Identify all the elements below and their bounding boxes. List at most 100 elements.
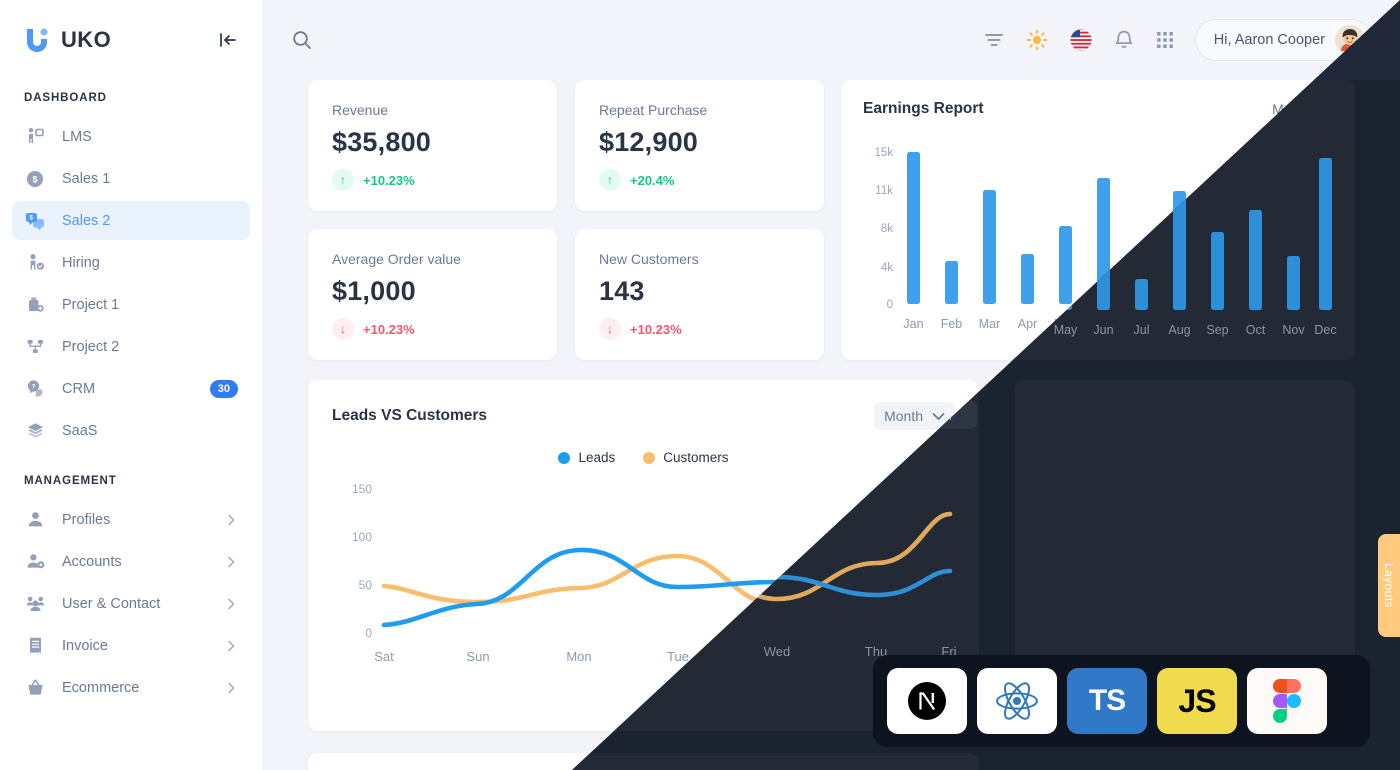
online-status-dot xyxy=(1357,47,1366,56)
sidebar-item-label: LMS xyxy=(62,128,92,145)
sidebar-item-project-1[interactable]: Project 1 xyxy=(12,285,250,324)
stat-delta: ↑ +10.23% xyxy=(332,169,533,191)
collapse-sidebar-icon[interactable] xyxy=(218,30,238,50)
svg-text:Feb: Feb xyxy=(941,317,963,331)
stat-value: $1,000 xyxy=(332,276,416,306)
sidebar-item-label: Ecommerce xyxy=(62,679,140,696)
svg-text:$: $ xyxy=(29,214,33,221)
sidebar-item-sales-2[interactable]: $ Sales 2 xyxy=(12,201,250,240)
sidebar-item-hiring[interactable]: Hiring xyxy=(12,243,250,282)
stat-card-average-order-value: Average Order value $1,000 ↓ +10.23% xyxy=(308,229,557,360)
stat-delta: ↓ +10.23% xyxy=(599,318,800,340)
account-gear-icon xyxy=(24,551,46,573)
layers-icon xyxy=(24,420,46,442)
javascript-label: JS xyxy=(1178,682,1216,719)
svg-text:Sat: Sat xyxy=(374,649,394,664)
chevron-right-icon xyxy=(224,555,238,569)
tech-stack-bar: TS JS xyxy=(873,655,1370,747)
sidebar-item-lms[interactable]: LMS xyxy=(12,117,250,156)
stat-delta: ↓ +10.23% xyxy=(332,318,533,340)
layouts-tab-label: Layouts xyxy=(1382,563,1396,608)
topbar-actions: Hi, Aaron Cooper xyxy=(983,19,1372,61)
stat-card-revenue: Revenue $35,800 ↑ +10.23% xyxy=(308,80,557,211)
bell-icon[interactable] xyxy=(1113,29,1135,51)
leads-line-chart: 150 100 50 0 Sat Sun Mon Tue Wed Thu Fri xyxy=(352,482,957,664)
svg-text:$: $ xyxy=(32,174,37,184)
leads-header: Leads VS Customers Month xyxy=(332,402,955,430)
series-line-leads xyxy=(381,547,953,628)
project-box-icon xyxy=(24,294,46,316)
svg-text:11k: 11k xyxy=(875,185,893,197)
sidebar-item-label: Accounts xyxy=(62,553,122,570)
typescript-logo[interactable]: TS xyxy=(1067,668,1147,734)
typescript-label: TS xyxy=(1088,684,1126,717)
nextjs-logo[interactable] xyxy=(887,668,967,734)
filter-lines-icon[interactable] xyxy=(983,29,1005,51)
svg-text:0: 0 xyxy=(887,299,893,311)
stat-delta: ↑ +20.4% xyxy=(599,169,800,191)
sidebar-badge-crm: 30 xyxy=(209,379,238,398)
stat-title: Average Order value xyxy=(332,251,461,267)
brand-header: UKO xyxy=(0,0,262,80)
sidebar-item-ecommerce[interactable]: Ecommerce xyxy=(12,668,250,707)
sidebar-item-label: Hiring xyxy=(62,254,100,271)
svg-text:Mon: Mon xyxy=(566,649,591,664)
legend-label-customers: Customers xyxy=(663,450,729,465)
sun-icon[interactable] xyxy=(1025,28,1049,52)
javascript-logo[interactable]: JS xyxy=(1157,668,1237,734)
figma-logo[interactable] xyxy=(1247,668,1327,734)
svg-text:Sep: Sep xyxy=(1206,317,1228,331)
react-logo[interactable] xyxy=(977,668,1057,734)
profile-person-icon xyxy=(24,509,46,531)
leads-range-dropdown[interactable]: Month xyxy=(874,402,955,430)
svg-text:4k: 4k xyxy=(881,262,893,274)
sitemap-icon xyxy=(24,336,46,358)
svg-text:Aug: Aug xyxy=(1168,317,1190,331)
donut-center-value: 140 xyxy=(1160,558,1210,591)
legend-item-leads: Leads xyxy=(558,450,615,465)
sidebar-section-management: MANAGEMENT xyxy=(24,475,117,487)
earnings-range-dropdown[interactable]: Month xyxy=(1272,101,1333,117)
leads-title: Leads VS Customers xyxy=(332,407,488,424)
search-icon[interactable] xyxy=(291,29,313,51)
earnings-title: Earnings Report xyxy=(863,100,984,117)
sidebar-item-user-contact[interactable]: User & Contact xyxy=(12,584,250,623)
sidebar-item-project-2[interactable]: Project 2 xyxy=(12,327,250,366)
sidebar-item-profiles[interactable]: Profiles xyxy=(12,500,250,539)
svg-text:Jan: Jan xyxy=(903,317,923,331)
us-flag-icon[interactable] xyxy=(1069,28,1093,52)
shopping-basket-icon xyxy=(24,677,46,699)
sidebar-item-saas[interactable]: SaaS xyxy=(12,411,250,450)
donut-slice-3 xyxy=(1080,587,1195,671)
svg-text:Sun: Sun xyxy=(466,649,489,664)
svg-text:Mar: Mar xyxy=(979,317,1001,331)
svg-text:0: 0 xyxy=(365,626,372,640)
uko-logo-icon xyxy=(24,26,50,54)
sidebar-item-invoice[interactable]: Invoice xyxy=(12,626,250,665)
arrow-down-icon: ↓ xyxy=(599,318,621,340)
chevron-right-icon xyxy=(224,513,238,527)
grid-apps-icon[interactable] xyxy=(1155,30,1175,50)
sales-chat-icon: $ xyxy=(24,210,46,232)
invoice-receipt-icon xyxy=(24,635,46,657)
sidebar-item-sales-1[interactable]: $ Sales 1 xyxy=(12,159,250,198)
sidebar-item-accounts[interactable]: Accounts xyxy=(12,542,250,581)
stat-title: Revenue xyxy=(332,102,389,118)
user-menu-button[interactable]: Hi, Aaron Cooper xyxy=(1194,19,1372,61)
chevron-down-icon xyxy=(1320,101,1333,117)
donut-center-label: Avg Range xyxy=(1149,539,1220,555)
svg-text:Nov: Nov xyxy=(1282,317,1305,331)
legend-swatch-customers xyxy=(643,451,656,464)
svg-text:Oct: Oct xyxy=(1246,317,1266,331)
user-greeting: Hi, Aaron Cooper xyxy=(1213,32,1325,48)
sidebar-item-crm[interactable]: ? CRM 30 xyxy=(12,369,250,408)
sidebar-item-label: Invoice xyxy=(62,637,108,654)
user-avatar[interactable] xyxy=(1335,25,1366,56)
stat-delta-value: +10.23% xyxy=(363,172,415,188)
legend-label-leads: Leads xyxy=(578,450,616,465)
sidebar-item-label: Sales 2 xyxy=(62,212,111,229)
sidebar-item-label: Profiles xyxy=(62,511,111,528)
layouts-tab-button[interactable]: Layouts xyxy=(1378,534,1400,637)
chevron-right-icon xyxy=(224,681,238,695)
leads-legend: Leads Customers xyxy=(332,450,955,465)
